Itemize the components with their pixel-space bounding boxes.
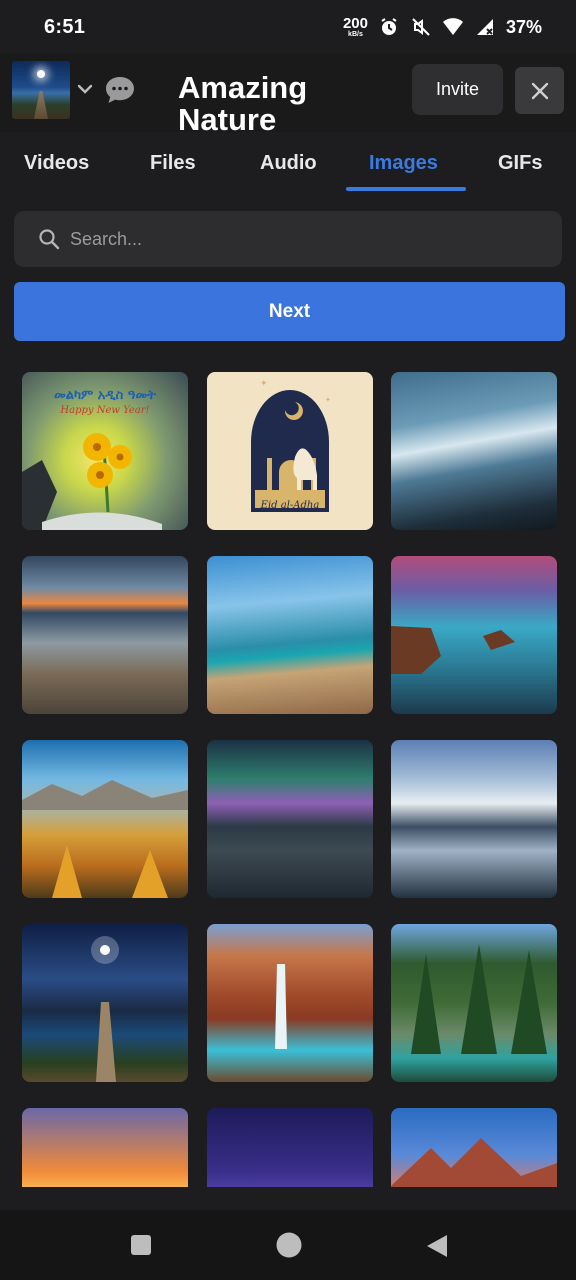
recents-button-icon[interactable] [130, 1234, 152, 1256]
status-bar: 6:51 200 kB/s 37% [0, 0, 576, 54]
image-tile-sunset[interactable] [22, 1108, 188, 1187]
chat-bubble-icon[interactable] [104, 75, 136, 105]
image-tile-mountain-lake[interactable] [391, 740, 557, 898]
chat-header: Amazing Nature Invite [0, 54, 576, 136]
image-tile-ocean-rocks[interactable] [391, 372, 557, 530]
image-tile-night-sky[interactable] [207, 1108, 373, 1187]
close-button[interactable] [515, 67, 564, 114]
image-grid: መልካም አዲስ ዓመት Happy New Year! ✦ ✦ Eid al-… [22, 372, 558, 1187]
system-nav-bar [0, 1210, 576, 1280]
image-tile-waterfall[interactable] [207, 924, 373, 1082]
home-button-icon[interactable] [276, 1232, 302, 1258]
chevron-down-icon[interactable] [76, 80, 94, 98]
image-tile-forest-falls[interactable] [391, 924, 557, 1082]
image-tile-new-year-flowers[interactable]: መልካም አዲስ ዓመት Happy New Year! [22, 372, 188, 530]
status-time: 6:51 [44, 15, 86, 38]
tab-files[interactable]: Files [150, 152, 196, 175]
svg-text:✦: ✦ [325, 396, 331, 404]
page-title: Amazing Nature [178, 70, 308, 137]
image-tile-coastline[interactable] [207, 556, 373, 714]
back-button-icon[interactable] [426, 1234, 448, 1258]
image-tile-peaks[interactable] [391, 1108, 557, 1187]
tab-images[interactable]: Images [369, 152, 438, 175]
image-tile-pebble-lake[interactable] [22, 556, 188, 714]
mute-icon [410, 16, 432, 38]
status-icons: 200 kB/s 37% [343, 16, 542, 38]
image-tile-sea-stacks[interactable] [391, 556, 557, 714]
signal-icon [474, 16, 496, 38]
tab-videos[interactable]: Videos [24, 152, 89, 175]
svg-text:✦: ✦ [260, 378, 268, 388]
wifi-icon [442, 16, 464, 38]
alarm-icon [378, 16, 400, 38]
next-button[interactable]: Next [14, 282, 565, 341]
close-icon [531, 82, 548, 99]
tab-audio[interactable]: Audio [260, 152, 317, 175]
net-speed-indicator: 200 kB/s [342, 15, 368, 38]
group-avatar[interactable] [12, 61, 70, 119]
image-tile-moon-pier[interactable] [22, 924, 188, 1082]
active-tab-indicator [346, 187, 466, 191]
image-tile-autumn-hills[interactable] [22, 740, 188, 898]
search-icon [39, 229, 60, 250]
tab-gifs[interactable]: GIFs [498, 152, 542, 175]
image-tile-aurora[interactable] [207, 740, 373, 898]
battery-percent: 37% [505, 16, 542, 37]
media-tabs: Videos Files Audio Images GIFs [0, 132, 576, 192]
search-bar[interactable] [14, 211, 562, 267]
image-tile-eid[interactable]: ✦ ✦ Eid al-Adha [207, 372, 373, 530]
search-input[interactable] [70, 228, 510, 250]
invite-button[interactable]: Invite [412, 64, 503, 115]
eid-text: Eid al-Adha [260, 500, 320, 511]
